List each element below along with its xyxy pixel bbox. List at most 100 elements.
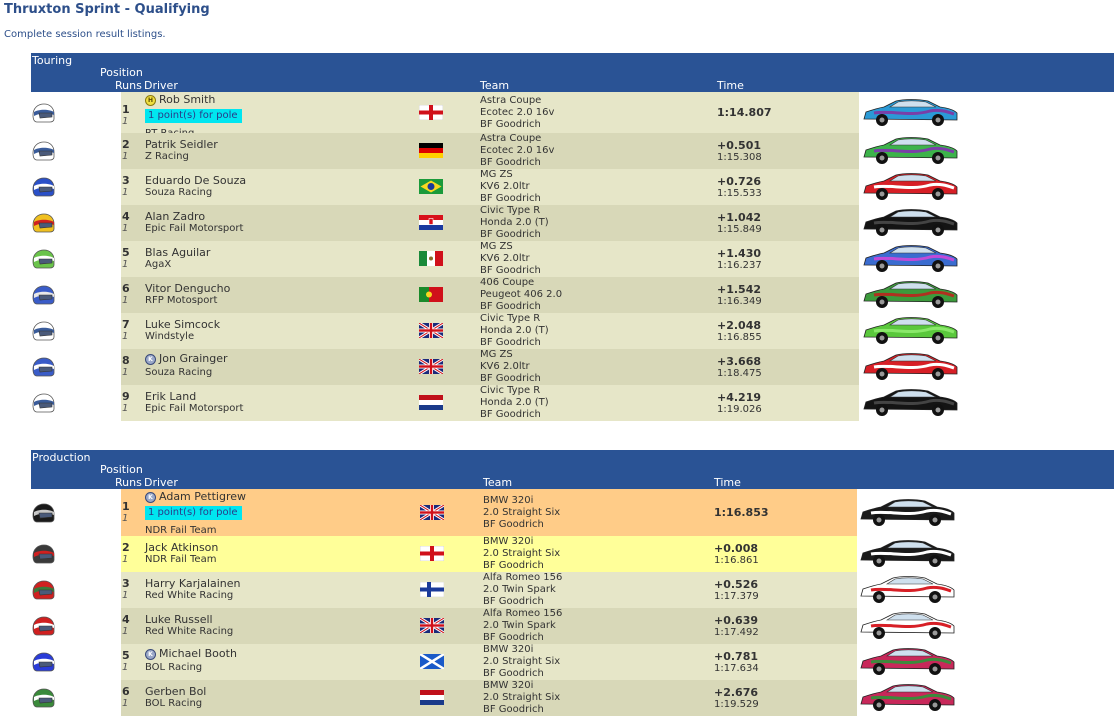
- result-row[interactable]: 6 1 Vitor Dengucho RFP Motosport 406 Coupe Pe…: [31, 277, 1114, 313]
- driver-name-text[interactable]: Eduardo De Souza: [145, 174, 246, 187]
- driver-name[interactable]: H Rob Smith: [145, 93, 215, 106]
- driver-name[interactable]: K Michael Booth: [145, 647, 237, 660]
- class-header: Production Position Runs Driver Team Time: [31, 450, 1114, 489]
- driver-name[interactable]: Blas Aguilar: [145, 246, 210, 259]
- car-info: MG ZS KV6 2.0ltr BF Goodrich: [480, 241, 541, 277]
- car-info-line: Civic Type R: [480, 313, 541, 324]
- driver-name[interactable]: Patrik Seidler: [145, 138, 218, 151]
- car-info: Civic Type R Honda 2.0 (T) BF Goodrich: [480, 205, 549, 241]
- result-row[interactable]: 7 1 Luke Simcock Windstyle Civic Type R Honda…: [31, 313, 1114, 349]
- car-skin-image: [857, 497, 957, 529]
- lap-time: 1:15.308: [717, 152, 762, 163]
- result-row[interactable]: 3 1 Eduardo De Souza Souza Racing MG ZS KV6 2…: [31, 169, 1114, 205]
- result-row[interactable]: 2 1 Jack Atkinson NDR Fail Team BMW 320i 2.0 …: [31, 536, 1114, 572]
- runs-count: 1: [122, 403, 129, 414]
- licence-badge-icon: K: [145, 492, 156, 503]
- lap-time: 1:16.349: [717, 296, 762, 307]
- page-title: Thruxton Sprint - Qualifying: [4, 2, 210, 17]
- runs-count: 1: [122, 151, 129, 162]
- driver-name-text[interactable]: Jack Atkinson: [145, 541, 218, 554]
- result-row[interactable]: 3 1 Harry Karjalainen Red White Racing Alfa …: [31, 572, 1114, 608]
- driver-name[interactable]: Jack Atkinson: [145, 541, 218, 554]
- car-info-line: KV6 2.0ltr: [480, 361, 530, 372]
- result-row[interactable]: 9 1 Erik Land Epic Fail Motorsport Civic Typ…: [31, 385, 1114, 421]
- lap-time: 1:16.861: [714, 555, 759, 566]
- runs-count: 1: [122, 259, 129, 270]
- driver-name-text[interactable]: Blas Aguilar: [145, 246, 210, 259]
- driver-name[interactable]: K Adam Pettigrew: [145, 490, 246, 503]
- column-driver: Driver: [144, 476, 178, 489]
- class-header: Touring Position Runs Driver Team Time: [31, 53, 1114, 92]
- driver-name-text[interactable]: Patrik Seidler: [145, 138, 218, 151]
- car-info-line: Alfa Romeo 156: [483, 572, 563, 583]
- nationality-flag: [419, 652, 445, 671]
- driver-name-text[interactable]: Rob Smith: [159, 93, 215, 106]
- driver-team: Red White Racing: [145, 626, 234, 637]
- driver-team: Souza Racing: [145, 367, 213, 378]
- driver-name[interactable]: Eduardo De Souza: [145, 174, 246, 187]
- result-row[interactable]: 5 1 K Michael Booth BOL Racing BMW 320i 2.0 St…: [31, 644, 1114, 680]
- page-subtitle: Complete session result listings.: [4, 29, 166, 40]
- helmet-icon: [31, 503, 55, 523]
- result-row[interactable]: 5 1 Blas Aguilar AgaX MG ZS KV6 2.0ltr BF Good…: [31, 241, 1114, 277]
- driver-name-text[interactable]: Erik Land: [145, 390, 196, 403]
- car-info: BMW 320i 2.0 Straight Six BF Goodrich: [483, 680, 560, 716]
- driver-name[interactable]: Luke Russell: [145, 613, 213, 626]
- driver-name[interactable]: Vitor Dengucho: [145, 282, 230, 295]
- gap-time: +1.042: [717, 211, 762, 224]
- driver-team: RFP Motosport: [145, 295, 218, 306]
- driver-team: BOL Racing: [145, 662, 203, 673]
- driver-name-text[interactable]: Harry Karjalainen: [145, 577, 241, 590]
- position-number: 3: [122, 174, 130, 187]
- column-position: Position: [100, 66, 143, 79]
- driver-name-text[interactable]: Michael Booth: [159, 647, 237, 660]
- driver-name-text[interactable]: Jon Grainger: [159, 352, 228, 365]
- car-info-line: MG ZS: [480, 349, 513, 360]
- driver-name-text[interactable]: Luke Russell: [145, 613, 213, 626]
- car-info-line: BF Goodrich: [480, 229, 541, 240]
- driver-name[interactable]: Luke Simcock: [145, 318, 220, 331]
- driver-name-text[interactable]: Vitor Dengucho: [145, 282, 230, 295]
- driver-team: AgaX: [145, 259, 172, 270]
- result-row[interactable]: 11HRob Smith1 point(s) for poleRT Racing…: [31, 92, 1114, 139]
- helmet-icon: [31, 544, 55, 564]
- nationality-flag: [419, 179, 443, 194]
- driver-name[interactable]: Harry Karjalainen: [145, 577, 241, 590]
- gap-time: +0.008: [714, 542, 759, 555]
- result-row[interactable]: 1 1 K Adam Pettigrew 1 point(s) for pole NDR …: [31, 489, 1114, 536]
- result-row[interactable]: 8 1 K Jon Grainger Souza Racing MG ZS KV6 2.0l…: [31, 349, 1114, 385]
- car-info-line: 406 Coupe: [480, 277, 535, 288]
- driver-name-text[interactable]: Alan Zadro: [145, 210, 205, 223]
- car-info: BMW 320i 2.0 Straight Six BF Goodrich: [483, 644, 560, 680]
- driver-name[interactable]: K Jon Grainger: [145, 352, 228, 365]
- lap-time: 1:15.849: [717, 224, 762, 235]
- runs-count: 1: [122, 698, 129, 709]
- driver-name-text[interactable]: Luke Simcock: [145, 318, 220, 331]
- nationality-flag: [418, 357, 444, 376]
- result-row[interactable]: 6 1 Gerben Bol BOL Racing BMW 320i 2.0 Straig…: [31, 680, 1114, 716]
- car-info-line: BF Goodrich: [483, 560, 544, 571]
- gap-time: +0.501: [717, 139, 762, 152]
- driver-name[interactable]: Gerben Bol: [145, 685, 206, 698]
- car-info: Astra Coupe Ecotec 2.0 16v BF Goodrich: [480, 95, 554, 131]
- driver-name-text[interactable]: Gerben Bol: [145, 685, 206, 698]
- gap-time: +0.726: [717, 175, 762, 188]
- car-skin-image: [857, 682, 957, 714]
- runs-count: 1: [122, 331, 129, 342]
- result-row[interactable]: 4 1 Luke Russell Red White Racing Alfa Romeo…: [31, 608, 1114, 644]
- car-info-line: Peugeot 406 2.0: [480, 289, 563, 300]
- lap-time: 1:15.533: [717, 188, 762, 199]
- car-info: Alfa Romeo 156 2.0 Twin Spark BF Goodrich: [483, 608, 562, 644]
- column-runs: Runs: [115, 79, 142, 92]
- car-info: Alfa Romeo 156 2.0 Twin Spark BF Goodrich: [483, 572, 562, 608]
- column-team: Team: [480, 79, 510, 92]
- driver-name[interactable]: Erik Land: [145, 390, 196, 403]
- car-info: Civic Type R Honda 2.0 (T) BF Goodrich: [480, 385, 549, 421]
- car-info-line: 2.0 Straight Six: [483, 507, 561, 518]
- result-row[interactable]: 4 1 Alan Zadro Epic Fail Motorsport Civic Ty…: [31, 205, 1114, 241]
- car-skin-image: [860, 207, 960, 239]
- result-row[interactable]: 2 1 Patrik Seidler Z Racing Astra Coupe Ecote…: [31, 133, 1114, 169]
- driver-name[interactable]: Alan Zadro: [145, 210, 205, 223]
- car-info-line: BF Goodrich: [480, 193, 541, 204]
- driver-name-text[interactable]: Adam Pettigrew: [159, 490, 246, 503]
